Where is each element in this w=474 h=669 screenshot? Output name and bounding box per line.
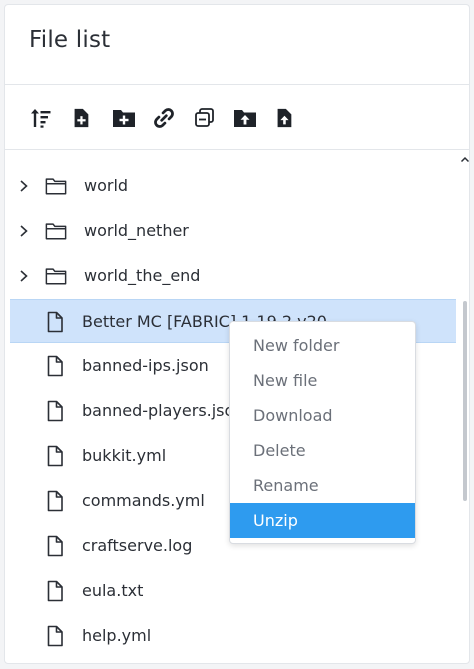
file-name-label: world: [84, 176, 129, 195]
file-name-label: banned-ips.json: [82, 356, 209, 375]
file-icon: [47, 490, 63, 512]
file-icon: [47, 625, 63, 647]
scroll-up-arrow-icon[interactable]: [460, 155, 470, 163]
context-menu-item-unzip[interactable]: Unzip: [230, 503, 415, 538]
file-row[interactable]: help.yml: [10, 614, 456, 658]
file-name-label: craftserve.log: [82, 536, 193, 555]
file-name-label: help.yml: [82, 626, 152, 645]
file-icon: [47, 535, 63, 557]
folder-icon: [45, 178, 67, 195]
file-name-label: world_nether: [84, 221, 189, 240]
chevron-right-icon[interactable]: [18, 223, 30, 239]
file-name-label: eula.txt: [82, 581, 144, 600]
file-name-label: commands.yml: [82, 491, 205, 510]
file-name-label: banned-players.json: [82, 401, 245, 420]
file-icon: [47, 400, 63, 422]
folder-row[interactable]: world: [10, 164, 456, 208]
upload-file-button[interactable]: [272, 106, 296, 130]
new-folder-icon: [113, 110, 135, 127]
file-icon: [47, 580, 63, 602]
file-icon: [47, 311, 63, 333]
new-file-icon: [74, 108, 89, 128]
new-file-button[interactable]: [69, 106, 93, 130]
new-folder-button[interactable]: [112, 106, 136, 130]
context-menu-item-rename[interactable]: Rename: [230, 468, 415, 503]
context-menu-item-new-file[interactable]: New file: [230, 363, 415, 398]
context-menu-item-download[interactable]: Download: [230, 398, 415, 433]
scrollbar-thumb[interactable]: [463, 301, 467, 501]
panel-header: File list: [5, 5, 469, 85]
file-name-label: bukkit.yml: [82, 446, 167, 465]
folder-icon: [45, 268, 67, 285]
chevron-right-icon[interactable]: [18, 268, 30, 284]
collapse-all-button[interactable]: [193, 106, 217, 130]
link-button[interactable]: [152, 106, 176, 130]
folder-row[interactable]: world_nether: [10, 209, 456, 253]
sort-icon: [31, 109, 51, 128]
upload-file-icon: [277, 108, 292, 128]
file-icon: [47, 355, 63, 377]
upload-folder-button[interactable]: [233, 106, 257, 130]
panel-title: File list: [29, 27, 111, 53]
upload-folder-icon: [234, 110, 256, 127]
folder-row[interactable]: world_the_end: [10, 254, 456, 298]
file-icon: [47, 445, 63, 467]
context-menu-item-delete[interactable]: Delete: [230, 433, 415, 468]
folder-icon: [45, 223, 67, 240]
context-menu: New folder New file Download Delete Rename Un…: [229, 321, 416, 544]
chevron-right-icon[interactable]: [18, 178, 30, 194]
file-name-label: world_the_end: [84, 266, 201, 285]
context-menu-item-new-folder[interactable]: New folder: [230, 328, 415, 363]
toolbar: [5, 86, 469, 150]
link-icon: [154, 108, 174, 128]
scrollbar[interactable]: [460, 151, 470, 661]
file-row[interactable]: eula.txt: [10, 569, 456, 613]
collapse-icon: [195, 108, 214, 127]
sort-button[interactable]: [29, 106, 53, 130]
